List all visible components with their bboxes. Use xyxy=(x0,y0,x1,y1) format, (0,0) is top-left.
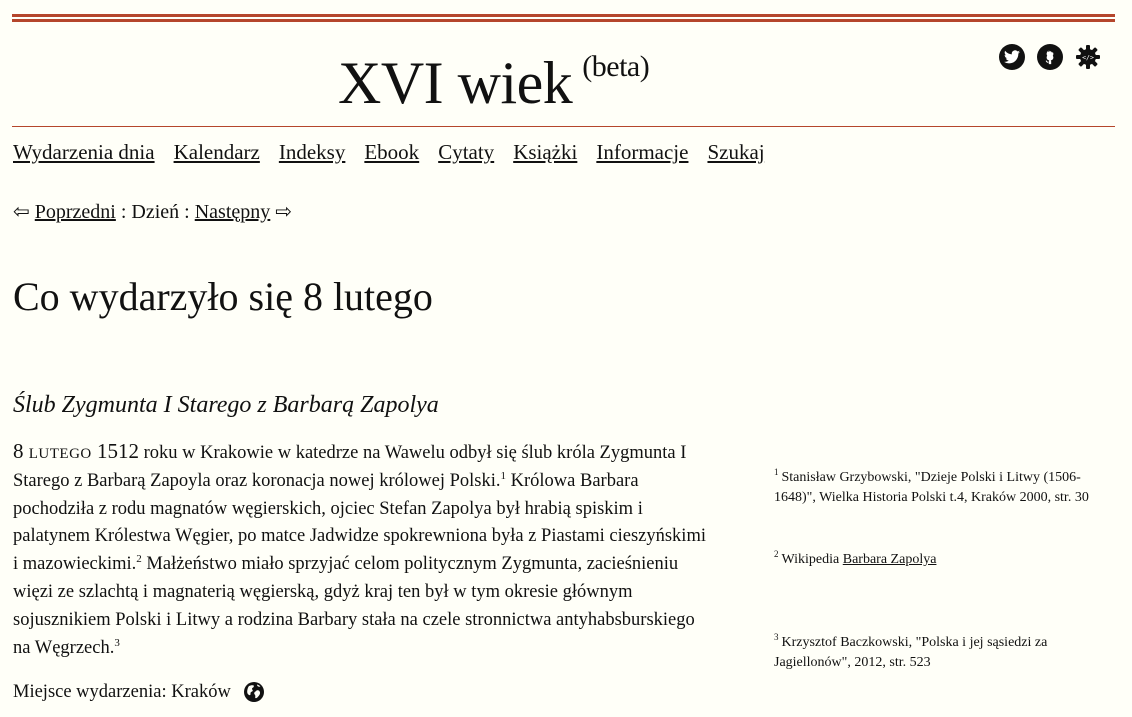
footnote-text: Stanisław Grzybowski, "Dzieje Polski i L… xyxy=(774,470,1089,505)
day-nav-separator: : Dzień : xyxy=(115,201,195,223)
nav-item-wydarzenia-dnia[interactable]: Wydarzenia dnia xyxy=(13,140,155,164)
day-navigation: ⇦ Poprzedni : Dzień : Następny ⇨ xyxy=(13,200,292,224)
site-title-text: XVI wiek xyxy=(338,50,573,116)
page: XVI wiek (beta) </> Wydarzenia dnia Kale… xyxy=(0,0,1132,717)
header-top-rule xyxy=(12,14,1115,17)
event-place-label: Miejsce wydarzenia: Kraków xyxy=(13,682,231,702)
event-date: 8 lutego 1512 xyxy=(13,439,139,463)
event-year: 1512 xyxy=(97,439,139,463)
beta-badge: (beta) xyxy=(582,50,650,83)
nav-item-cytaty[interactable]: Cytaty xyxy=(438,140,494,164)
footnote-text: Wikipedia xyxy=(781,552,843,567)
header-bottom-rule xyxy=(12,126,1115,127)
prev-arrow-icon: ⇦ xyxy=(13,201,30,223)
header-icons: </> xyxy=(999,44,1101,70)
event-month: lutego xyxy=(28,439,92,463)
nav-item-ksiazki[interactable]: Książki xyxy=(513,140,577,164)
footnote-text: Krzysztof Baczkowski, "Polska i jej sąsi… xyxy=(774,635,1048,670)
twitter-icon[interactable] xyxy=(999,44,1025,70)
globe-icon[interactable] xyxy=(243,681,265,703)
main-nav: Wydarzenia dnia Kalendarz Indeksy Ebook … xyxy=(13,140,765,164)
nav-item-szukaj[interactable]: Szukaj xyxy=(707,140,764,164)
prev-day-link[interactable]: Poprzedni xyxy=(35,201,116,223)
footnote-ref-3[interactable]: 3 xyxy=(114,636,120,648)
footnote-number: 2 xyxy=(774,549,779,560)
event-day: 8 xyxy=(13,439,24,463)
site-title[interactable]: XVI wiek (beta) xyxy=(338,40,650,116)
gear-icon[interactable]: </> xyxy=(1075,44,1101,70)
nav-item-indeksy[interactable]: Indeksy xyxy=(279,140,346,164)
svg-text:</>: </> xyxy=(1082,54,1094,62)
footnote-1: 1 Stanisław Grzybowski, "Dzieje Polski i … xyxy=(774,468,1114,508)
event-place: Miejsce wydarzenia: Kraków xyxy=(13,680,265,704)
footnote-number: 1 xyxy=(774,467,779,478)
next-arrow-icon: ⇨ xyxy=(275,201,293,223)
header-top-rule-second xyxy=(12,19,1115,22)
footnote-number: 3 xyxy=(774,632,779,643)
next-day-link[interactable]: Następny xyxy=(195,201,271,223)
nav-item-informacje[interactable]: Informacje xyxy=(596,140,688,164)
nav-item-ebook[interactable]: Ebook xyxy=(364,140,419,164)
event-description: 8 lutego 1512 roku w Krakowie w katedrze… xyxy=(13,438,713,662)
event-title: Ślub Zygmunta I Starego z Barbarą Zapoly… xyxy=(13,392,439,418)
footnote-2: 2 Wikipedia Barbara Zapolya xyxy=(774,550,1114,570)
nav-item-kalendarz[interactable]: Kalendarz xyxy=(174,140,260,164)
footnote-link-barbara-zapolya[interactable]: Barbara Zapolya xyxy=(843,552,937,567)
footnote-3: 3 Krzysztof Baczkowski, "Polska i jej sąs… xyxy=(774,633,1114,673)
github-icon[interactable] xyxy=(1037,44,1063,70)
page-title: Co wydarzyło się 8 lutego xyxy=(13,274,433,319)
